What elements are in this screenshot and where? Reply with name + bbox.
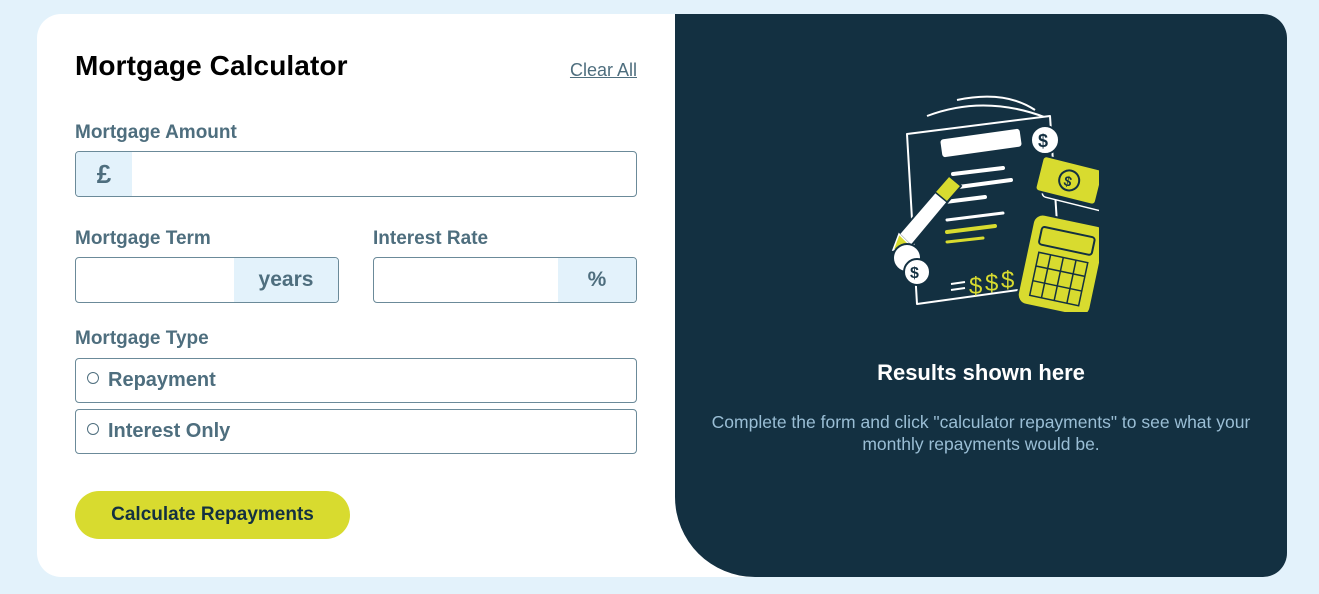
svg-text:$: $ [969, 273, 982, 300]
mortgage-type-label: Mortgage Type [75, 328, 209, 349]
percent-unit-label: % [558, 258, 636, 302]
pound-currency-icon: £ [76, 152, 132, 196]
results-panel: $ $ $ $ $ $ Results shown here Complete … [675, 14, 1287, 577]
svg-text:$: $ [910, 265, 919, 282]
results-title: Results shown here [877, 360, 1085, 385]
interest-rate-input[interactable] [374, 258, 558, 302]
svg-text:$: $ [1038, 131, 1048, 151]
interest-rate-field[interactable]: % [373, 257, 637, 303]
calculate-repayments-button[interactable]: Calculate Repayments [75, 491, 350, 539]
page-title: Mortgage Calculator [75, 50, 348, 81]
mortgage-term-input[interactable] [76, 258, 234, 302]
years-unit-label: years [234, 258, 338, 302]
mortgage-term-field[interactable]: years [75, 257, 339, 303]
calculator-form-panel: Mortgage Calculator Clear All Mortgage A… [37, 14, 675, 577]
interest-only-radio[interactable] [87, 423, 99, 435]
svg-text:$: $ [985, 270, 998, 297]
svg-text:$: $ [1001, 267, 1014, 294]
interest-only-option-label: Interest Only [108, 420, 231, 442]
repayment-radio[interactable] [87, 372, 99, 384]
repayment-option-label: Repayment [108, 369, 216, 391]
mortgage-amount-label: Mortgage Amount [75, 122, 237, 143]
mortgage-amount-field[interactable]: £ [75, 151, 637, 197]
repayment-option[interactable]: Repayment [75, 358, 637, 403]
interest-rate-label: Interest Rate [373, 228, 489, 249]
results-description: Complete the form and click "calculator … [711, 412, 1251, 454]
interest-only-option[interactable]: Interest Only [75, 409, 637, 454]
mortgage-calculator-card: Mortgage Calculator Clear All Mortgage A… [37, 14, 1287, 577]
clear-all-link[interactable]: Clear All [570, 60, 637, 81]
mortgage-term-label: Mortgage Term [75, 228, 211, 249]
mortgage-amount-input[interactable] [132, 152, 636, 196]
calculator-document-illustration-icon: $ $ $ $ $ $ [891, 95, 1099, 312]
